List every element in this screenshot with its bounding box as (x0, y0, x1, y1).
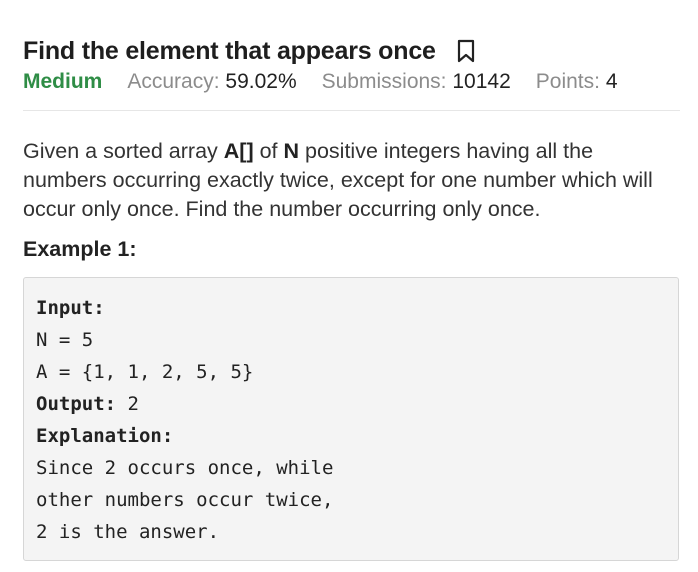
submissions-stat: Submissions: 10142 (322, 70, 511, 94)
explanation-line: Since 2 occurs once, while (36, 457, 334, 479)
title-row: Find the element that appears once (23, 34, 681, 68)
bookmark-icon[interactable] (456, 38, 476, 64)
points-stat: Points: 4 (536, 70, 618, 94)
output-label: Output: (36, 393, 117, 415)
problem-statement: Given a sorted array A[] of N positive i… (23, 137, 673, 224)
n-name: N (283, 139, 300, 163)
explanation-line: other numbers occur twice, (36, 489, 334, 511)
array-name: A[] (223, 139, 254, 163)
input-line: N = 5 (36, 329, 94, 351)
statement-text-1: Given a sorted array (23, 139, 224, 163)
example-heading: Example 1: (23, 237, 137, 261)
accuracy-stat: Accuracy: 59.02% (127, 70, 296, 94)
problem-title: Find the element that appears once (23, 36, 436, 65)
output-value: 2 (116, 393, 139, 415)
points-label: Points: (535, 70, 600, 93)
points-value: 4 (605, 70, 618, 93)
statement-text-2: of (253, 139, 284, 163)
explanation-line: 2 is the answer. (36, 521, 220, 543)
submissions-value: 10142 (452, 70, 511, 93)
input-label: Input: (36, 297, 105, 319)
header-divider (23, 110, 680, 111)
accuracy-value: 59.02% (225, 70, 297, 93)
submissions-label: Submissions: (321, 70, 447, 93)
input-line: A = {1, 1, 2, 5, 5} (36, 361, 254, 383)
problem-meta: Medium Accuracy: 59.02% Submissions: 101… (23, 70, 681, 100)
example-code-block: Input: N = 5 A = {1, 1, 2, 5, 5} Output:… (23, 277, 679, 561)
difficulty-badge: Medium (23, 70, 103, 93)
explanation-label: Explanation: (36, 425, 174, 447)
output-line: Output: 2 (36, 388, 666, 420)
accuracy-label: Accuracy: (127, 70, 220, 93)
problem-panel: Find the element that appears once Mediu… (23, 34, 681, 561)
